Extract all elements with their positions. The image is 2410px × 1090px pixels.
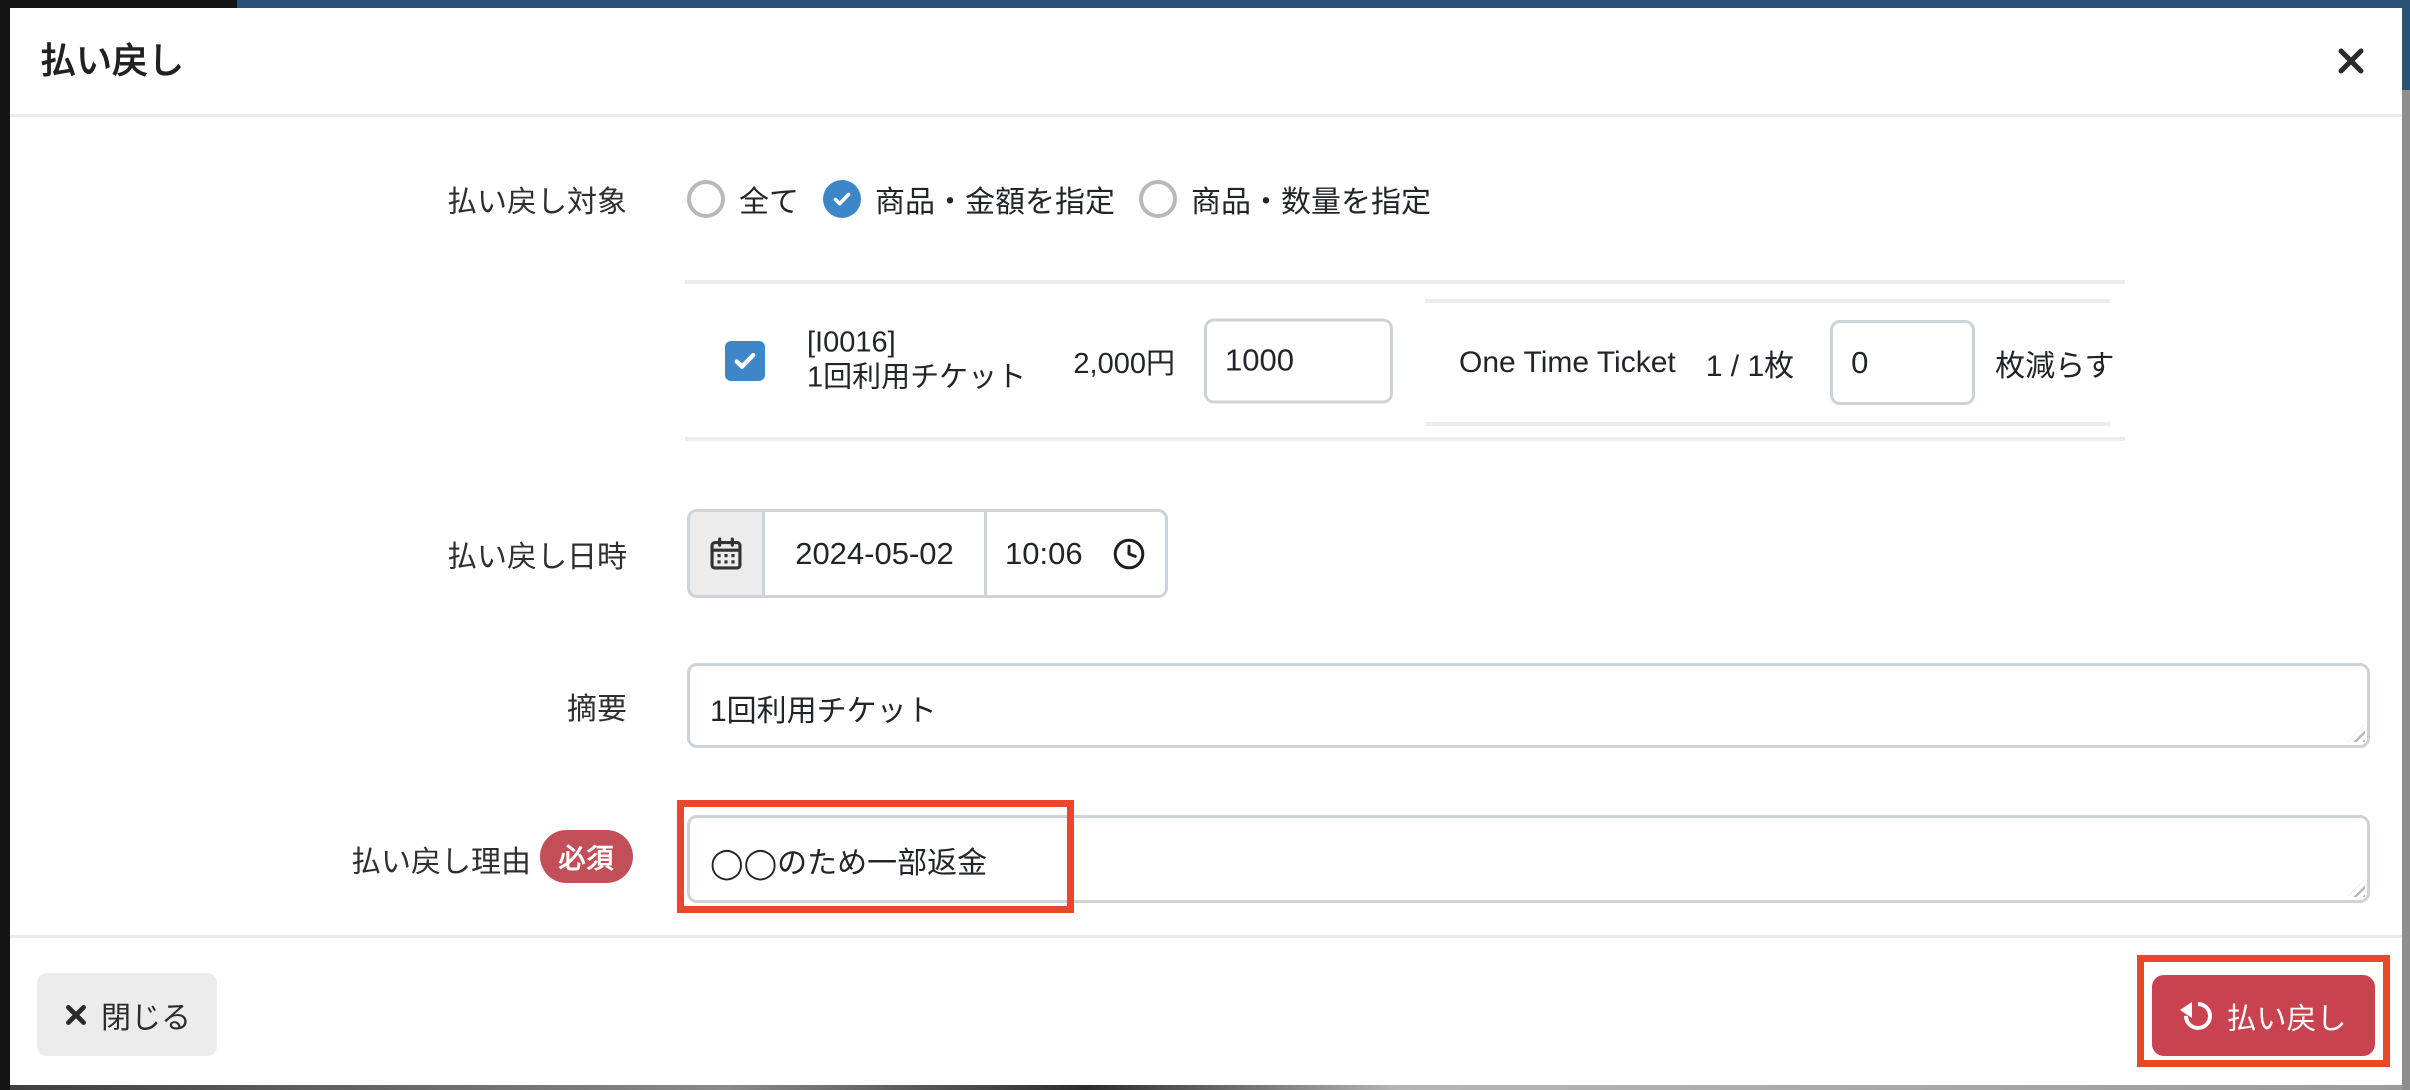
time-cell: [987, 512, 1165, 595]
refund-target-radio-group: 全て 商品・金額を指定 商品・数量を指定: [687, 168, 1431, 230]
ticket-count: 1 / 1枚: [1706, 341, 1794, 385]
ticket-detail-row: One Time Ticket 1 / 1枚 枚減らす: [1425, 299, 2110, 426]
product-checkbox[interactable]: [725, 341, 765, 381]
product-name: 1回利用チケット: [807, 361, 1026, 396]
undo-icon: [2181, 999, 2215, 1033]
page-behind-top-bar: [0, 0, 2410, 8]
radio-unchecked-icon[interactable]: [1139, 180, 1177, 218]
refund-datetime-label: 払い戻し日時: [10, 509, 627, 598]
ticket-reduce-suffix: 枚減らす: [1995, 341, 2114, 385]
refund-button[interactable]: 払い戻し: [2152, 975, 2375, 1056]
radio-option-label: 商品・金額を指定: [875, 177, 1115, 221]
radio-option-quantity[interactable]: 商品・数量を指定: [1139, 177, 1431, 221]
radio-option-all[interactable]: 全て: [687, 177, 799, 221]
close-icon[interactable]: [2328, 38, 2374, 84]
check-icon: [731, 347, 759, 375]
product-price: 2,000円: [995, 340, 1175, 382]
ticket-reduce-input[interactable]: [1830, 320, 1975, 405]
summary-textarea[interactable]: 1回利用チケット: [687, 663, 2370, 748]
refund-datetime-row: 払い戻し日時: [10, 509, 2402, 598]
date-input[interactable]: [765, 512, 984, 595]
refund-modal: 払い戻し 払い戻し対象 全て 商品・金額を指定: [10, 8, 2402, 1085]
modal-title: 払い戻し: [40, 8, 184, 114]
close-button[interactable]: 閉じる: [37, 973, 217, 1056]
radio-option-amount[interactable]: 商品・金額を指定: [823, 177, 1115, 221]
clock-icon: [1111, 536, 1147, 572]
modal-footer: 閉じる 払い戻し: [10, 935, 2402, 1085]
x-icon: [63, 1002, 89, 1028]
time-input[interactable]: [1005, 536, 1097, 572]
summary-label: 摘要: [10, 663, 627, 748]
refund-amount-input[interactable]: [1204, 318, 1393, 403]
close-button-label: 閉じる: [101, 993, 191, 1037]
reason-textarea[interactable]: ◯◯のため一部返金: [687, 815, 2370, 903]
required-badge: 必須: [540, 830, 633, 883]
x-icon: [2334, 44, 2368, 78]
page-behind-right-edge: [2402, 0, 2410, 1090]
refund-target-row: 払い戻し対象 全て 商品・金額を指定 商品・数量を指定: [10, 168, 2402, 230]
refund-button-label: 払い戻し: [2227, 994, 2347, 1038]
check-icon: [830, 187, 854, 211]
radio-checked-icon[interactable]: [823, 180, 861, 218]
product-code: [I0016]: [807, 325, 1026, 360]
product-name-block: [I0016] 1回利用チケット: [807, 325, 1026, 396]
radio-option-label: 全て: [739, 177, 799, 221]
modal-header: 払い戻し: [10, 8, 2402, 117]
reason-label: 払い戻し理由: [10, 815, 531, 903]
summary-row: 摘要 1回利用チケット: [10, 663, 2402, 748]
reason-row: 払い戻し理由 必須 ◯◯のため一部返金: [10, 815, 2402, 903]
datetime-picker: [687, 509, 1168, 598]
radio-option-label: 商品・数量を指定: [1191, 177, 1431, 221]
ticket-name: One Time Ticket: [1459, 346, 1676, 380]
summary-field-wrap: 1回利用チケット: [687, 663, 2370, 748]
refund-target-label: 払い戻し対象: [10, 168, 627, 230]
page-behind-bottom-edge: [10, 1085, 2402, 1090]
reason-field-wrap: ◯◯のため一部返金: [687, 815, 2370, 903]
calendar-addon-button[interactable]: [690, 512, 765, 595]
page-behind-left-edge: [0, 0, 10, 1090]
calendar-icon: [707, 535, 745, 573]
radio-unchecked-icon[interactable]: [687, 180, 725, 218]
product-row: [I0016] 1回利用チケット 2,000円 One Time Ticket …: [685, 280, 2125, 441]
